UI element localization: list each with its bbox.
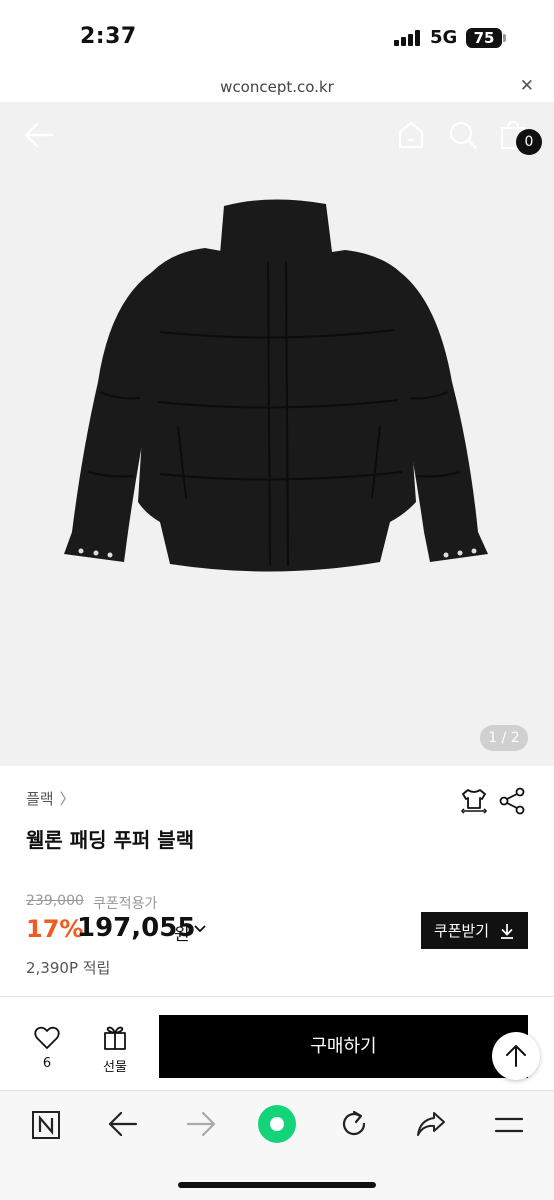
chevron-right-icon: 〉 <box>59 790 75 808</box>
size-guide-icon[interactable] <box>460 786 488 814</box>
product-image[interactable] <box>0 102 554 766</box>
coupon-download-button[interactable]: 쿠폰받기 <box>421 912 528 949</box>
signal-icon <box>394 30 422 46</box>
like-count: 6 <box>42 1056 52 1071</box>
heart-icon <box>34 1026 60 1049</box>
scroll-to-top-button[interactable] <box>492 1032 540 1080</box>
brand-name[interactable]: 플랙 <box>26 790 54 808</box>
back-arrow-icon[interactable] <box>24 122 54 148</box>
browser-share-icon[interactable] <box>416 1111 446 1137</box>
search-icon[interactable] <box>448 120 478 150</box>
home-icon[interactable] <box>397 120 425 150</box>
cart-count-badge[interactable]: 0 <box>516 129 542 155</box>
top-nav <box>0 102 554 166</box>
original-price: 239,000 <box>26 893 84 909</box>
status-bar: 2:37 5G 75 <box>0 0 554 72</box>
buy-button[interactable]: 구매하기 <box>159 1015 528 1078</box>
chevron-down-icon[interactable] <box>193 922 207 936</box>
gift-button[interactable]: 선물 <box>90 1024 140 1075</box>
coupon-applied-label: 쿠폰적용가 <box>93 896 158 912</box>
battery-icon: 75 <box>466 28 502 48</box>
close-icon[interactable]: ✕ <box>520 76 534 96</box>
status-time: 2:37 <box>80 24 137 49</box>
arrow-up-icon <box>506 1045 526 1067</box>
download-icon <box>501 923 514 939</box>
browser-forward-icon[interactable] <box>186 1111 216 1137</box>
home-indicator <box>178 1182 376 1188</box>
network-label: 5G <box>430 27 458 48</box>
reload-icon[interactable] <box>340 1109 368 1139</box>
browser-back-icon[interactable] <box>108 1111 138 1137</box>
battery-tip <box>503 34 506 42</box>
share-icon[interactable] <box>499 787 526 815</box>
coupon-button-label: 쿠폰받기 <box>433 923 490 940</box>
like-button[interactable]: 6 <box>22 1024 72 1072</box>
brand-link[interactable]: 플랙 〉 <box>26 788 75 809</box>
menu-icon[interactable] <box>494 1115 524 1135</box>
currency-label: 원 <box>174 925 190 945</box>
reward-points: 2,390P 적립 <box>26 959 111 977</box>
naver-icon[interactable] <box>31 1110 61 1140</box>
green-dot-icon[interactable] <box>257 1104 297 1144</box>
gift-icon <box>104 1026 126 1050</box>
gift-label: 선물 <box>103 1060 127 1075</box>
product-title: 웰론 패딩 푸퍼 블랙 <box>26 828 195 852</box>
jacket-image <box>64 199 488 572</box>
discount-rate: 17% <box>26 915 84 943</box>
url-text[interactable]: wconcept.co.kr <box>0 78 554 96</box>
gallery-page-indicator: 1 / 2 <box>480 725 528 751</box>
url-bar[interactable]: wconcept.co.kr ✕ <box>0 72 554 102</box>
